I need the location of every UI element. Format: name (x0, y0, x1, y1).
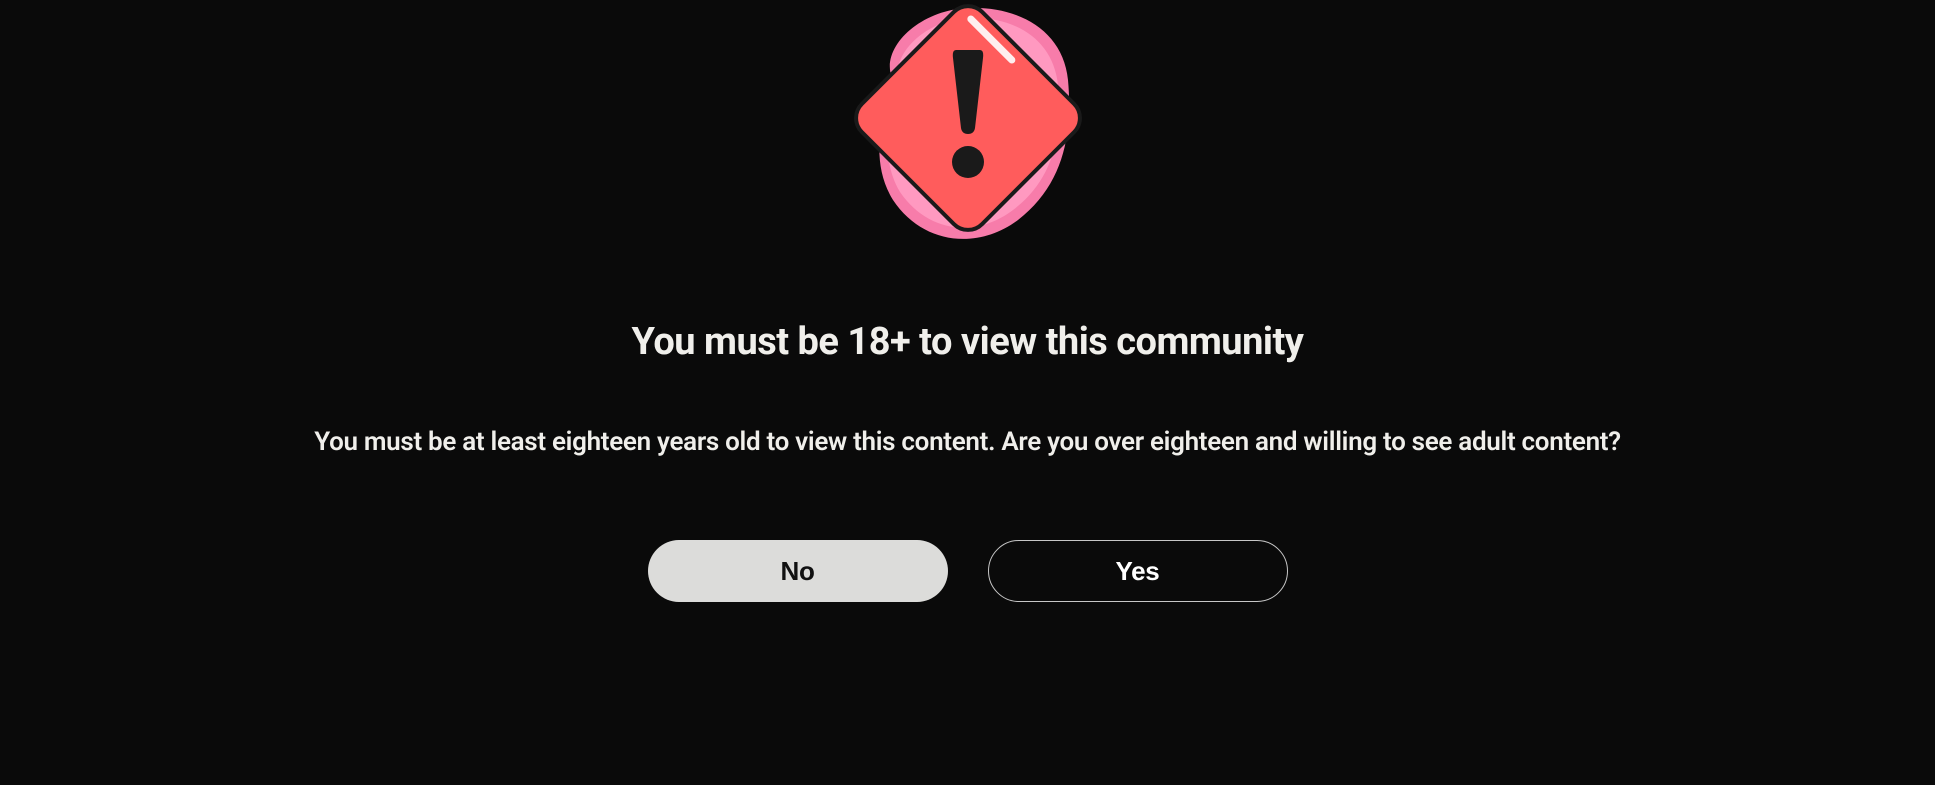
age-gate-dialog: You must be 18+ to view this community Y… (0, 0, 1935, 602)
age-gate-title: You must be 18+ to view this community (632, 320, 1304, 364)
yes-button[interactable]: Yes (988, 540, 1288, 602)
age-gate-button-row: No Yes (648, 540, 1288, 602)
no-button[interactable]: No (648, 540, 948, 602)
warning-sign-icon (838, 0, 1098, 270)
age-gate-subtitle: You must be at least eighteen years old … (314, 424, 1620, 460)
